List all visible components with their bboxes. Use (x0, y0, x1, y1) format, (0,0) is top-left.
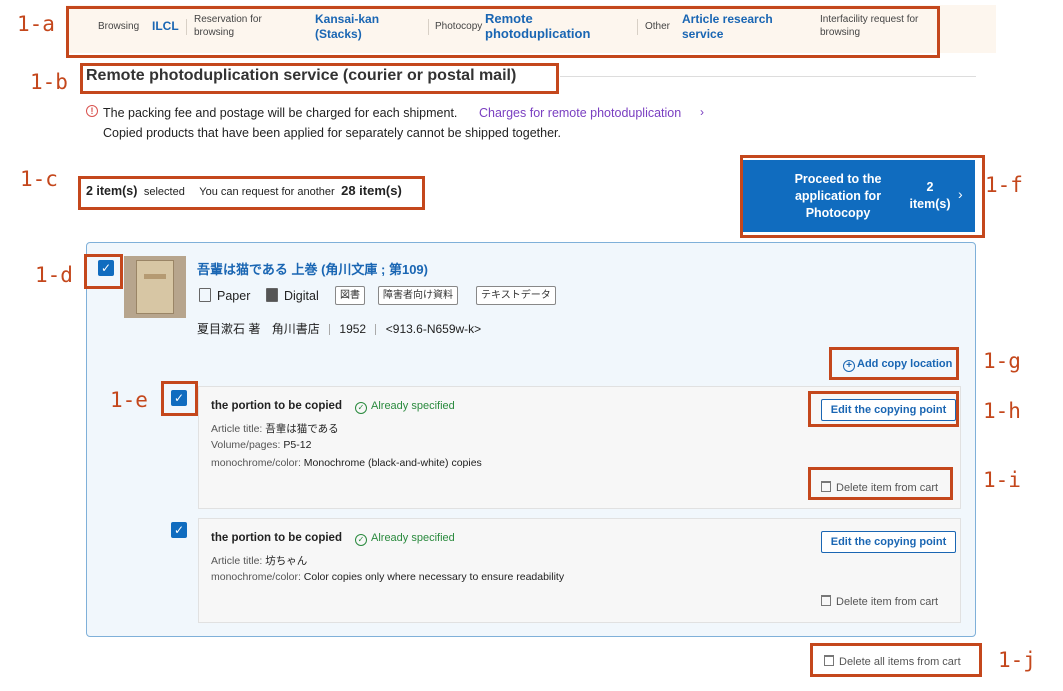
article-title-row: Article title: 坊ちゃん (211, 553, 307, 568)
annotation-label: 1-e (110, 388, 148, 412)
annotation-label: 1-c (20, 167, 58, 191)
edit-copying-point-button[interactable]: Edit the copying point (821, 531, 956, 553)
callout-box-book-checkbox (84, 254, 123, 289)
book-cover-label (144, 274, 166, 279)
notice-line-1: The packing fee and postage will be char… (103, 106, 458, 120)
copy-item-heading: the portion to be copied (211, 400, 342, 412)
paper-icon (199, 288, 211, 302)
callout-box-count (78, 176, 425, 210)
delete-item-button[interactable]: Delete item from cart (821, 595, 938, 608)
article-title-label: Article title: (211, 423, 263, 435)
bibliographic-info: 夏目漱石 著 角川書店 1952 <913.6-N659w-k> (197, 320, 481, 337)
callout-box-proceed (740, 155, 985, 238)
trash-icon (821, 595, 831, 606)
media-paper: Paper (217, 289, 251, 303)
tag-text-data: テキストデータ (476, 286, 556, 305)
status-text: Already specified (371, 532, 455, 544)
annotation-label: 1-b (30, 70, 68, 94)
callout-box-add-location (829, 347, 959, 380)
annotation-label: 1-f (985, 173, 1023, 197)
annotation-label: 1-i (983, 468, 1021, 492)
annotation-label: 1-a (17, 12, 55, 36)
article-title-value: 坊ちゃん (265, 555, 308, 567)
callout-box-delete (808, 467, 953, 500)
color-value: Color copies only where necessary to ens… (303, 571, 565, 583)
publisher: 角川書店 (271, 322, 320, 336)
callout-box-tabs (66, 6, 940, 58)
tag-accessible: 障害者向け資料 (378, 286, 458, 305)
check-circle-icon: ✓ (355, 402, 367, 414)
volume-label: Volume/pages: (211, 439, 281, 451)
book-cover (136, 260, 174, 314)
author: 夏目漱石 著 (197, 322, 261, 336)
title-divider (560, 76, 976, 77)
copy-item: the portion to be copied ✓ Already specif… (198, 518, 961, 623)
color-label: monochrome/color: (211, 457, 301, 469)
book-title-link[interactable]: 吾輩は猫である 上巻 (角川文庫 ; 第109) (197, 259, 428, 278)
callout-box-delete-all (810, 643, 982, 677)
article-title-label: Article title: (211, 555, 263, 567)
notice-line-2: Copied products that have been applied f… (103, 126, 561, 140)
copy-item-checkbox[interactable]: ✓ (171, 522, 187, 538)
media-digital: Digital (284, 289, 319, 303)
volume-value: P5-12 (283, 439, 312, 451)
status-text: Already specified (371, 400, 455, 412)
copy-item-heading: the portion to be copied (211, 532, 342, 544)
annotation-label: 1-d (35, 263, 73, 287)
annotation-label: 1-j (998, 648, 1036, 672)
call-number: <913.6-N659w-k> (385, 322, 482, 336)
delete-item-label: Delete item from cart (836, 596, 939, 608)
chevron-right-icon: › (700, 105, 704, 119)
callout-box-title (80, 63, 559, 94)
color-row: monochrome/color: Monochrome (black-and-… (211, 457, 482, 469)
publication-year: 1952 (339, 322, 367, 336)
article-title-row: Article title: 吾輩は猫である (211, 421, 339, 436)
annotation-label: 1-h (983, 399, 1021, 423)
status-badge: ✓ Already specified (355, 400, 455, 414)
status-badge: ✓ Already specified (355, 532, 455, 546)
color-label: monochrome/color: (211, 571, 301, 583)
charges-link[interactable]: Charges for remote photoduplication (479, 106, 681, 120)
digital-icon (266, 288, 278, 302)
biblio-divider (329, 324, 331, 336)
article-title-value: 吾輩は猫である (265, 423, 339, 435)
volume-row: Volume/pages: P5-12 (211, 439, 311, 451)
annotation-label: 1-g (983, 349, 1021, 373)
color-row: monochrome/color: Color copies only wher… (211, 571, 564, 583)
callout-box-copy-checkbox (161, 381, 198, 416)
tag-book: 図書 (335, 286, 365, 305)
check-circle-icon: ✓ (355, 534, 367, 546)
alert-icon: ! (86, 105, 98, 117)
book-cover-thumbnail (124, 256, 186, 318)
callout-box-edit (808, 391, 959, 427)
color-value: Monochrome (black-and-white) copies (303, 457, 482, 469)
biblio-divider (375, 324, 377, 336)
